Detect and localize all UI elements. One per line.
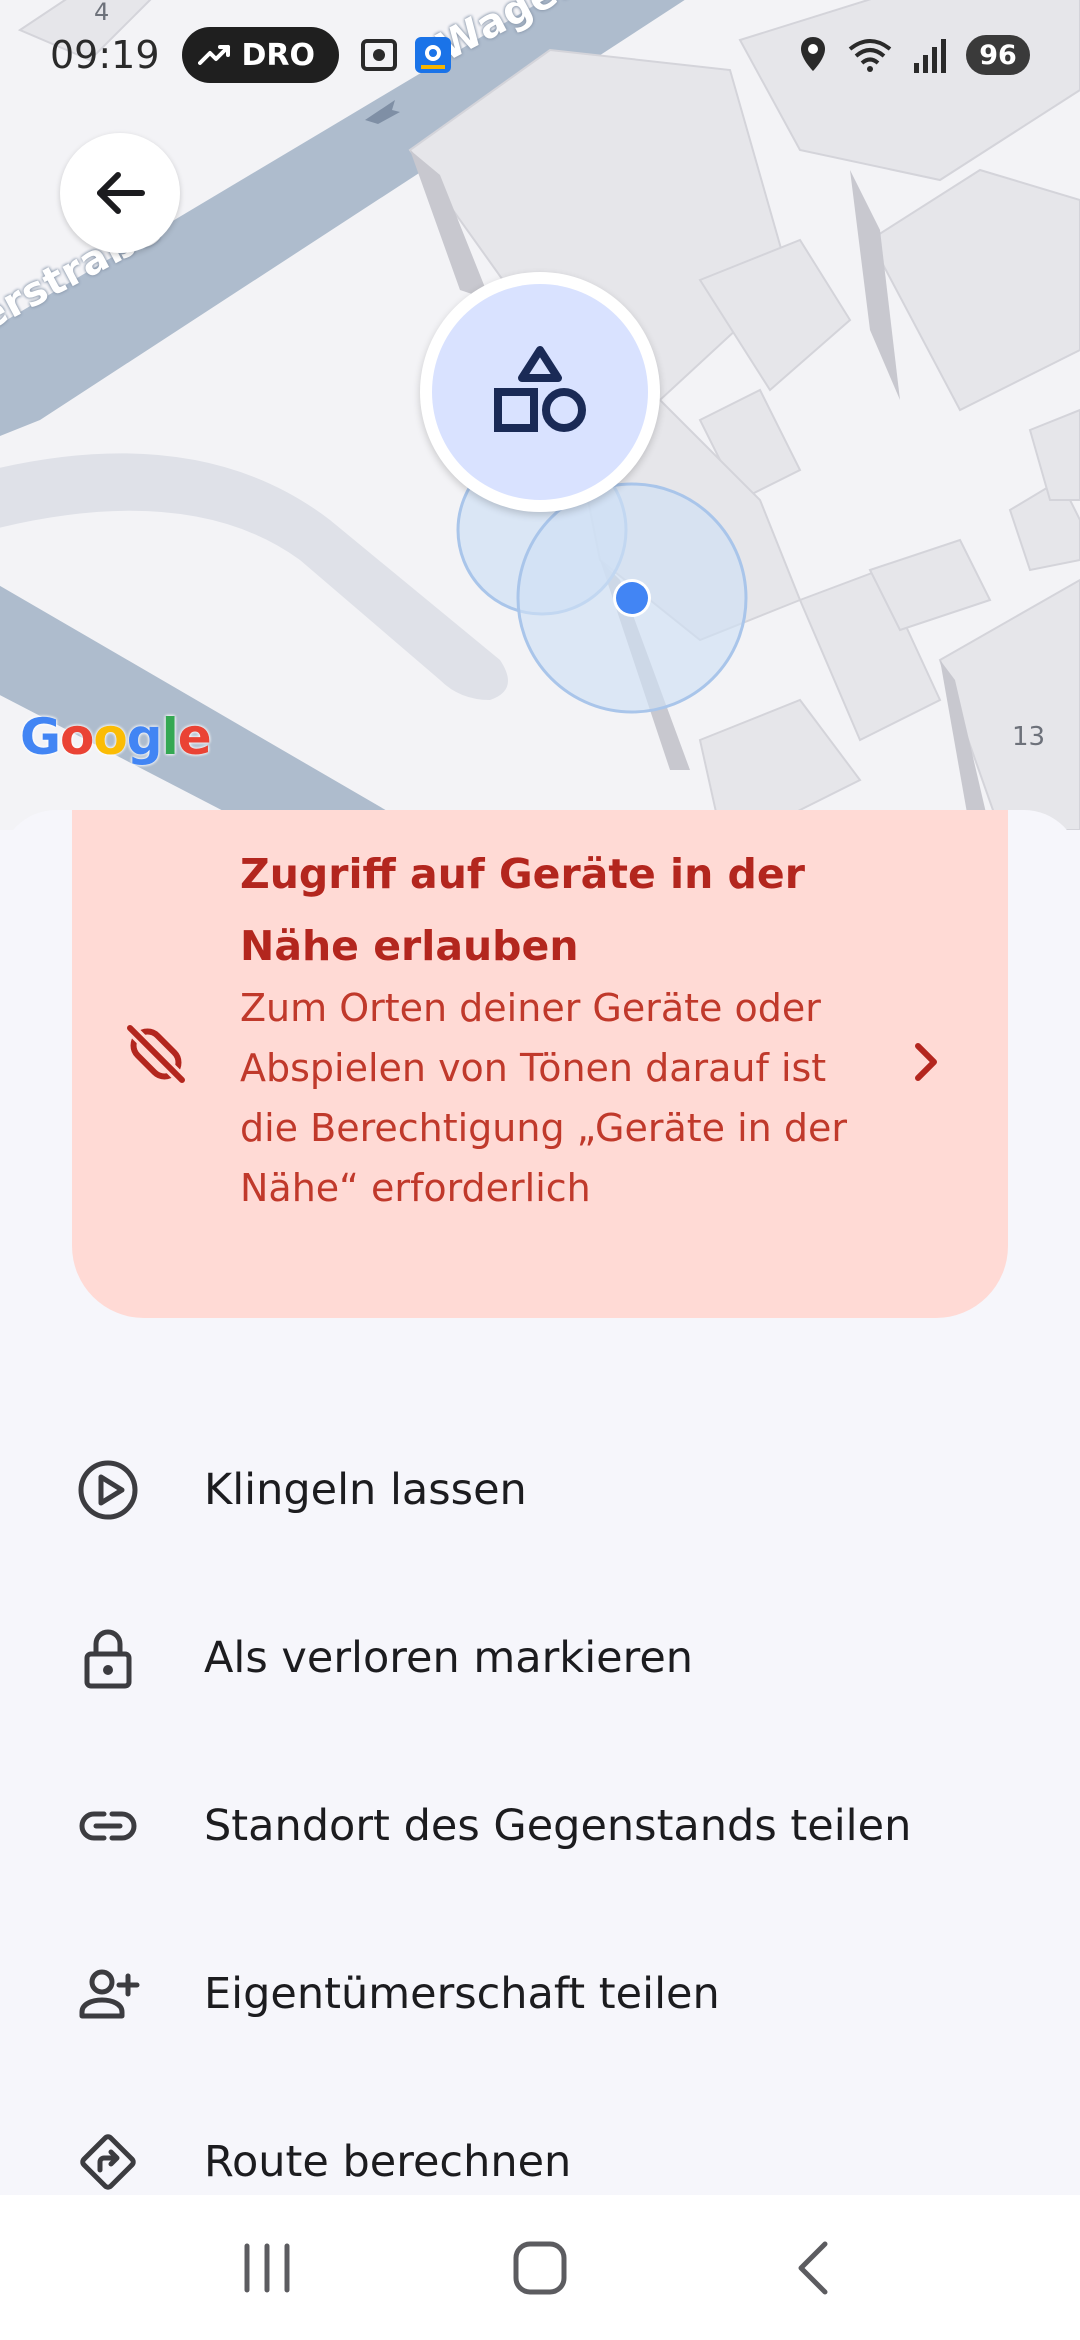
- home-icon: [513, 2241, 567, 2294]
- recents-icon: [244, 2243, 290, 2292]
- link-icon: [72, 1790, 144, 1862]
- google-logo: Google: [20, 708, 212, 766]
- permission-title: Zugriff auf Geräte in der Nähe erlauben: [240, 850, 805, 970]
- screen: erstraße Wagene 13 4 Google: [0, 0, 1080, 2340]
- back-nav-button[interactable]: [753, 2218, 873, 2318]
- shapes-icon: [494, 346, 586, 432]
- location-icon: [801, 37, 825, 71]
- trending-up-icon: [197, 45, 230, 65]
- logo-letter: e: [177, 708, 212, 766]
- status-time: 09:19: [50, 33, 160, 77]
- logo-letter: g: [126, 708, 163, 766]
- logo-letter: G: [20, 708, 61, 766]
- status-notification-icons: [359, 35, 453, 75]
- logo-letter: l: [161, 708, 179, 766]
- arrow-back-icon: [97, 172, 145, 214]
- person-add-icon: [72, 1958, 144, 2030]
- house-number: 13: [1012, 722, 1046, 752]
- action-label: Route berechnen: [204, 2137, 572, 2187]
- status-system-icons: 96: [798, 35, 1030, 75]
- back-button[interactable]: [60, 133, 180, 253]
- status-bar: 09:19 DRO 96: [0, 0, 1080, 110]
- action-label: Eigentümerschaft teilen: [204, 1969, 720, 2019]
- link-off-icon: [125, 1023, 187, 1085]
- battery-indicator: 96: [966, 35, 1030, 75]
- lock-icon: [72, 1622, 144, 1694]
- action-label: Klingeln lassen: [204, 1465, 527, 1515]
- wifi-icon: [848, 39, 892, 72]
- permission-description: Zum Orten deiner Geräte oder Abspielen v…: [240, 986, 847, 1210]
- recents-button[interactable]: [207, 2218, 327, 2318]
- logo-letter: o: [93, 708, 127, 766]
- action-label: Standort des Gegenstands teilen: [204, 1801, 912, 1851]
- chevron-right-icon: [915, 1043, 937, 1081]
- app-notification-icon: [415, 37, 452, 73]
- device-marker[interactable]: [420, 272, 660, 512]
- device-marker-inner: [432, 284, 648, 500]
- play-sound-action[interactable]: Klingeln lassen: [0, 1410, 1080, 1570]
- mark-as-lost-action[interactable]: Als verloren markieren: [0, 1578, 1080, 1738]
- directions-icon: [72, 2126, 144, 2198]
- logo-letter: o: [60, 708, 94, 766]
- signal-icon: [914, 39, 946, 73]
- chevron-left-icon: [798, 2241, 828, 2294]
- play-circle-icon: [72, 1454, 144, 1526]
- action-label: Als verloren markieren: [204, 1633, 694, 1683]
- screenshot-icon: [361, 39, 398, 71]
- share-ownership-action[interactable]: Eigentümerschaft teilen: [0, 1914, 1080, 2074]
- map-view[interactable]: erstraße Wagene 13 4 Google: [0, 0, 1080, 830]
- home-button[interactable]: [480, 2218, 600, 2318]
- status-pill-label: DRO: [241, 37, 316, 73]
- current-location-dot: [613, 579, 651, 617]
- system-navigation-bar: [0, 2195, 1080, 2340]
- share-location-action[interactable]: Standort des Gegenstands teilen: [0, 1746, 1080, 1906]
- bottom-sheet: Zugriff auf Geräte in der Nähe erlauben …: [0, 810, 1080, 2195]
- status-pill[interactable]: DRO: [181, 27, 340, 83]
- nearby-devices-permission-card[interactable]: Zugriff auf Geräte in der Nähe erlauben …: [72, 810, 1008, 1318]
